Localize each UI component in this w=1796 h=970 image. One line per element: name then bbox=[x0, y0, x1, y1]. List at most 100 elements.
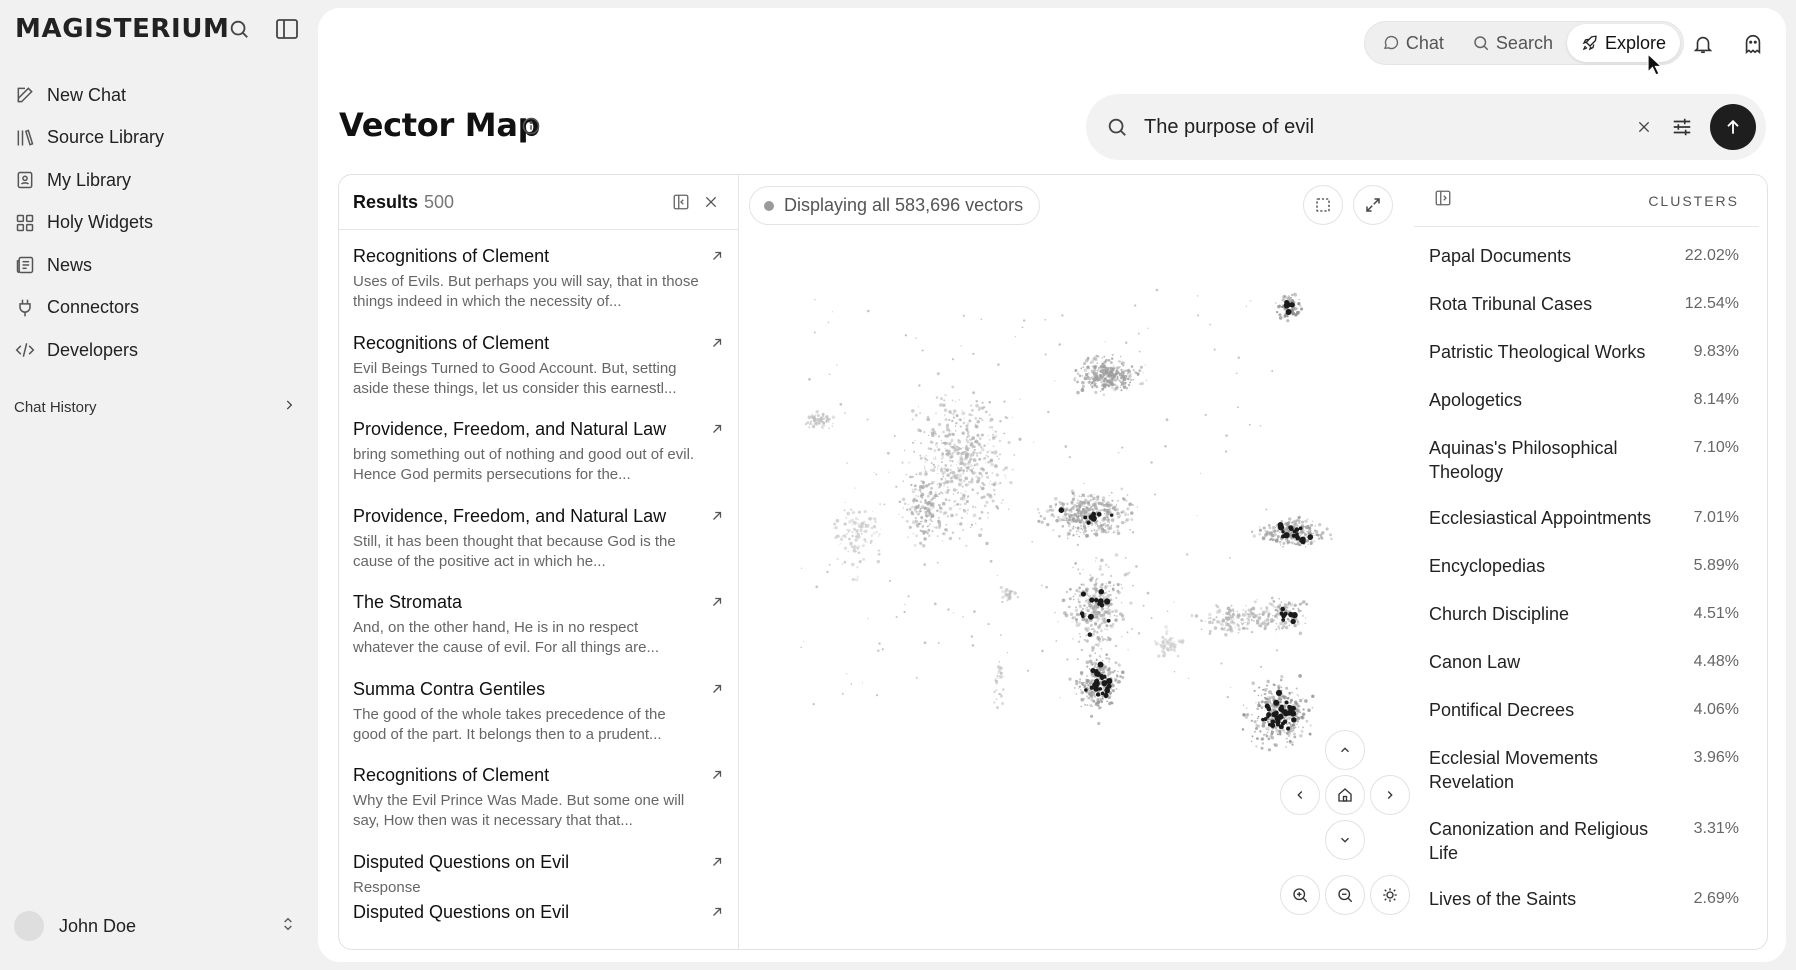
expand-button[interactable] bbox=[1353, 185, 1393, 225]
tab-chat[interactable]: Chat bbox=[1368, 24, 1458, 62]
result-vector-point[interactable] bbox=[1299, 536, 1306, 543]
result-vector-point[interactable] bbox=[1269, 722, 1276, 728]
result-vector-point[interactable] bbox=[1087, 632, 1093, 637]
result-vector-point[interactable] bbox=[1275, 719, 1281, 725]
result-vector-point[interactable] bbox=[1095, 692, 1101, 697]
result-vector-point[interactable] bbox=[1283, 611, 1288, 616]
result-vector-point[interactable] bbox=[1290, 710, 1297, 717]
cluster-item[interactable]: Church Discipline 4.51% bbox=[1429, 602, 1739, 626]
user-menu[interactable]: John Doe bbox=[14, 910, 296, 942]
search-input[interactable] bbox=[1144, 115, 1626, 139]
cluster-item[interactable]: Ecclesiastical Appointments 7.01% bbox=[1429, 506, 1739, 530]
result-item[interactable]: Providence, Freedom, and Natural Law bri… bbox=[339, 403, 738, 490]
result-vector-point[interactable] bbox=[1098, 588, 1105, 595]
select-area-button[interactable] bbox=[1303, 185, 1343, 225]
clear-search-button[interactable] bbox=[1626, 109, 1662, 145]
sidebar-item-new-chat[interactable]: New Chat bbox=[14, 74, 164, 117]
result-vector-point[interactable] bbox=[1287, 705, 1293, 710]
open-external-icon[interactable] bbox=[710, 249, 724, 263]
result-vector-point[interactable] bbox=[1284, 300, 1290, 306]
result-vector-point[interactable] bbox=[1106, 678, 1113, 685]
open-external-icon[interactable] bbox=[710, 768, 724, 782]
home-button[interactable] bbox=[1325, 775, 1365, 815]
collapse-panel-icon[interactable] bbox=[668, 189, 694, 215]
result-vector-point[interactable] bbox=[1294, 533, 1300, 539]
open-external-icon[interactable] bbox=[710, 595, 724, 609]
bell-icon[interactable] bbox=[1690, 31, 1716, 57]
vector-scatter[interactable] bbox=[739, 175, 1403, 950]
result-vector-point[interactable] bbox=[1094, 598, 1099, 603]
result-vector-point[interactable] bbox=[1080, 591, 1087, 597]
zoom-out-button[interactable] bbox=[1325, 875, 1365, 915]
result-vector-point[interactable] bbox=[1084, 688, 1088, 692]
result-vector-point[interactable] bbox=[1279, 704, 1284, 709]
vector-map[interactable]: Displaying all 583,696 vectors bbox=[739, 175, 1410, 950]
pan-up-button[interactable] bbox=[1325, 730, 1365, 770]
sidebar-item-holy-widgets[interactable]: Holy Widgets bbox=[14, 202, 164, 245]
result-item[interactable]: Recognitions of Clement Why the Evil Pri… bbox=[339, 749, 738, 836]
result-vector-point[interactable] bbox=[1275, 689, 1283, 697]
result-vector-point[interactable] bbox=[1278, 524, 1285, 531]
sidebar-item-connectors[interactable]: Connectors bbox=[14, 287, 164, 330]
pan-down-button[interactable] bbox=[1325, 820, 1365, 860]
sidebar-item-news[interactable]: News bbox=[14, 244, 164, 287]
cluster-item[interactable]: Canon Law 4.48% bbox=[1429, 650, 1739, 674]
result-vector-point[interactable] bbox=[1282, 719, 1288, 724]
chat-history-toggle[interactable]: Chat History bbox=[14, 398, 296, 416]
open-external-icon[interactable] bbox=[710, 509, 724, 523]
open-external-icon[interactable] bbox=[710, 422, 724, 436]
cluster-item[interactable]: Apologetics 8.14% bbox=[1429, 388, 1739, 412]
open-external-icon[interactable] bbox=[710, 682, 724, 696]
result-item[interactable]: Summa Contra Gentiles The good of the wh… bbox=[339, 663, 738, 750]
result-vector-point[interactable] bbox=[1287, 712, 1291, 716]
result-vector-point[interactable] bbox=[1093, 680, 1100, 687]
brand-logo[interactable]: MAGISTERIUM bbox=[15, 14, 230, 44]
result-vector-point[interactable] bbox=[1099, 602, 1103, 606]
result-item[interactable]: Providence, Freedom, and Natural Law Sti… bbox=[339, 490, 738, 577]
result-vector-point[interactable] bbox=[1058, 507, 1065, 513]
filter-settings-button[interactable] bbox=[1664, 109, 1700, 145]
search-icon[interactable] bbox=[226, 16, 252, 42]
result-vector-point[interactable] bbox=[1294, 527, 1300, 532]
result-vector-point[interactable] bbox=[1281, 529, 1285, 534]
cluster-item[interactable]: Encyclopedias 5.89% bbox=[1429, 554, 1739, 578]
sidebar-item-my-library[interactable]: My Library bbox=[14, 159, 164, 202]
result-vector-point[interactable] bbox=[1079, 611, 1085, 616]
result-vector-point[interactable] bbox=[1098, 687, 1103, 691]
sidebar-toggle-icon[interactable] bbox=[274, 16, 300, 42]
cluster-item[interactable]: Ecclesial Movements Revelation 3.96% bbox=[1429, 746, 1739, 794]
result-vector-point[interactable] bbox=[1087, 613, 1094, 620]
result-vector-point[interactable] bbox=[1101, 681, 1107, 687]
result-vector-point[interactable] bbox=[1106, 618, 1111, 623]
submit-search-button[interactable] bbox=[1710, 104, 1756, 150]
result-vector-point[interactable] bbox=[1286, 726, 1291, 731]
result-vector-point[interactable] bbox=[1284, 711, 1288, 715]
result-vector-point[interactable] bbox=[1106, 683, 1112, 689]
result-vector-point[interactable] bbox=[1083, 515, 1088, 520]
result-vector-point[interactable] bbox=[1103, 692, 1109, 698]
result-vector-point[interactable] bbox=[1266, 712, 1272, 718]
result-vector-point[interactable] bbox=[1280, 606, 1285, 612]
result-vector-point[interactable] bbox=[1289, 302, 1295, 308]
close-icon[interactable] bbox=[698, 189, 724, 215]
cluster-item[interactable]: Rota Tribunal Cases 12.54% bbox=[1429, 292, 1739, 316]
result-item[interactable]: Recognitions of Clement Evil Beings Turn… bbox=[339, 317, 738, 404]
collapse-panel-icon[interactable] bbox=[1434, 189, 1452, 212]
result-vector-point[interactable] bbox=[1096, 511, 1102, 517]
result-vector-point[interactable] bbox=[1281, 618, 1286, 622]
result-item[interactable]: The Stromata And, on the other hand, He … bbox=[339, 576, 738, 663]
sidebar-item-developers[interactable]: Developers bbox=[14, 329, 164, 372]
result-vector-point[interactable] bbox=[1109, 513, 1114, 517]
result-vector-point[interactable] bbox=[1281, 534, 1286, 539]
cluster-item[interactable]: Patristic Theological Works 9.83% bbox=[1429, 340, 1739, 364]
zoom-in-button[interactable] bbox=[1280, 875, 1320, 915]
result-vector-point[interactable] bbox=[1097, 661, 1104, 668]
cluster-item[interactable]: Lives of the Saints 2.69% bbox=[1429, 887, 1739, 911]
result-vector-point[interactable] bbox=[1285, 309, 1292, 315]
pan-left-button[interactable] bbox=[1280, 775, 1320, 815]
cluster-item[interactable]: Canonization and Religious Life 3.31% bbox=[1429, 817, 1739, 865]
cluster-item[interactable]: Aquinas's Philosophical Theology 7.10% bbox=[1429, 436, 1739, 484]
result-item[interactable]: Recognitions of Clement Uses of Evils. B… bbox=[339, 230, 738, 317]
result-vector-point[interactable] bbox=[1089, 597, 1095, 603]
open-external-icon[interactable] bbox=[710, 855, 724, 869]
